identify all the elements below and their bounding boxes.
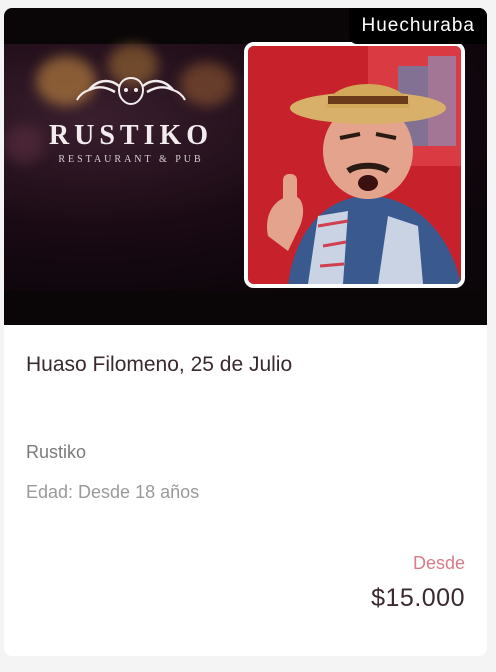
- bull-icon: [76, 76, 186, 106]
- logo-name: RUSTIKO: [48, 120, 214, 151]
- event-title[interactable]: Huaso Filomeno, 25 de Julio: [26, 353, 465, 377]
- event-title-wrap: Huaso Filomeno, 25 de Julio: [26, 353, 465, 377]
- performer-illustration: [248, 46, 461, 284]
- venue-logo: RUSTIKO RESTAURANT & PUB: [26, 70, 236, 190]
- event-poster-image[interactable]: RUSTIKO RESTAURANT & PUB Huechuraba: [4, 8, 487, 325]
- price-prefix: Desde: [412, 553, 465, 573]
- location-tag: Huechuraba: [349, 8, 487, 44]
- event-age-restriction: Edad: Desde 18 años: [26, 482, 200, 502]
- event-price: $15.000: [371, 584, 465, 612]
- logo-subtitle: RESTAURANT & PUB: [58, 154, 204, 165]
- price-block: Desde $15.000: [371, 553, 465, 613]
- performer-photo: [244, 42, 465, 288]
- event-venue: Rustiko: [26, 442, 87, 462]
- event-card[interactable]: RUSTIKO RESTAURANT & PUB Huechuraba Huas…: [4, 8, 487, 656]
